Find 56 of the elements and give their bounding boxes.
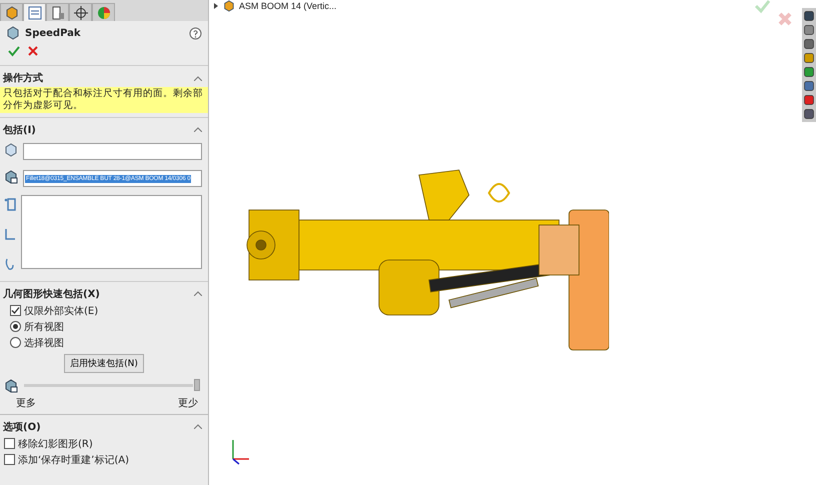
edge-icon [4, 196, 16, 211]
panel-tab[interactable] [46, 3, 69, 21]
corner-icon [4, 226, 16, 241]
collapse-caret-icon[interactable] [194, 127, 202, 132]
task-pane-icon[interactable] [803, 80, 815, 92]
body-icon [4, 170, 18, 184]
section-heading: 选项(O) [3, 420, 41, 434]
display-icon [96, 6, 110, 20]
property-icon [28, 6, 42, 20]
ok-check-icon[interactable] [8, 45, 20, 57]
collapse-caret-icon[interactable] [194, 76, 202, 80]
face-icon [4, 142, 18, 157]
collapse-caret-icon[interactable] [194, 291, 202, 296]
task-pane-icon[interactable] [803, 38, 815, 50]
radio-button[interactable] [10, 337, 21, 348]
config-icon [50, 6, 64, 20]
task-pane-icon[interactable] [803, 66, 815, 78]
checkbox[interactable] [4, 438, 15, 450]
expand-arrow-icon[interactable] [213, 3, 219, 9]
option-label: 所有视图 [24, 320, 64, 334]
curve-icon [4, 256, 16, 271]
cancel-x-icon[interactable] [28, 46, 38, 56]
panel-tab[interactable] [69, 3, 92, 21]
speedpak-icon [6, 26, 20, 40]
task-pane-icon[interactable] [803, 108, 815, 120]
option-label: 选择视图 [24, 336, 64, 350]
task-pane-icon[interactable] [803, 94, 815, 106]
section-heading: 几何图形快速包括(X) [3, 288, 100, 301]
panel-tab[interactable] [23, 3, 46, 21]
collapse-caret-icon[interactable] [194, 424, 202, 430]
slider-thumb[interactable] [194, 379, 200, 392]
selection-list[interactable] [21, 194, 202, 269]
body-icon [4, 378, 18, 393]
assembly-icon [223, 0, 235, 12]
section-heading: 包括(I) [3, 124, 36, 137]
task-pane-icon[interactable] [803, 24, 815, 36]
enable-quick-include-button[interactable]: 启用快速包括(N) [64, 354, 144, 373]
option-label: 移除幻影图形(R) [18, 438, 93, 451]
feature-icon [4, 6, 18, 20]
radio-button[interactable] [10, 321, 21, 332]
section-heading: 操作方式 [3, 71, 43, 85]
tree-item[interactable]: ASM BOOM 14 (Vertic... [239, 1, 337, 11]
task-pane-icon[interactable] [803, 52, 815, 64]
help-icon[interactable] [189, 26, 202, 40]
dim-icon [74, 6, 88, 20]
task-pane-icon[interactable] [803, 10, 815, 22]
option-label: 仅限外部实体(E) [24, 304, 98, 318]
slider-max-label: 更少 [178, 396, 198, 410]
checkbox[interactable] [10, 305, 21, 316]
option-label: 添加‘保存时重建’标记(A) [18, 454, 130, 467]
info-message: 只包括对于配合和标注尺寸有用的面。剩余部分作为虚影可见。 [0, 87, 208, 113]
checkbox[interactable] [4, 454, 15, 466]
panel-tab[interactable] [0, 3, 23, 21]
panel-title: SpeedPak [25, 28, 81, 38]
faces-field[interactable] [23, 142, 202, 160]
slider-min-label: 更多 [16, 396, 36, 410]
